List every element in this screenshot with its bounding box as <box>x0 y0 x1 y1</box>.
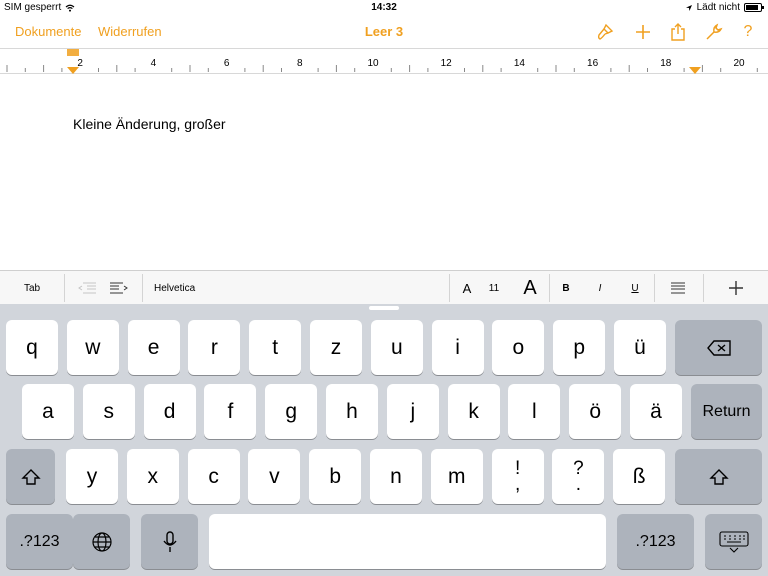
space-key[interactable] <box>209 514 606 569</box>
ruler-label: 16 <box>587 58 599 69</box>
hide-keyboard-key[interactable] <box>705 514 762 569</box>
backspace-icon <box>706 339 731 356</box>
key-t[interactable]: t <box>249 320 302 375</box>
key-j[interactable]: j <box>386 384 439 439</box>
key-ä[interactable]: ä <box>630 384 682 439</box>
clock: 14:32 <box>371 2 397 13</box>
ruler-label: 8 <box>297 58 303 69</box>
keyboard: Return .?123 .?123 qwertzuiopü asdfghjklö… <box>0 304 768 576</box>
format-toolbar: Tab Helvetica A 11 A B I U <box>0 270 768 304</box>
ruler-label: 6 <box>224 58 230 69</box>
keyboard-handle[interactable] <box>369 306 399 310</box>
key-question-period[interactable]: ?. <box>552 449 605 504</box>
status-bar: SIM gesperrt 14:32 Lädt nicht <box>0 0 768 16</box>
backspace-key[interactable] <box>675 320 762 375</box>
key-c[interactable]: c <box>187 449 240 504</box>
key-u[interactable]: u <box>370 320 423 375</box>
globe-icon <box>91 531 112 552</box>
key-ß[interactable]: ß <box>613 449 666 504</box>
key-glyph: , <box>514 473 521 495</box>
key-ö[interactable]: ö <box>569 384 622 439</box>
font-size[interactable]: 11 <box>483 271 505 305</box>
globe-key[interactable] <box>73 514 130 569</box>
dictation-key[interactable] <box>141 514 198 569</box>
numbers-left-key[interactable]: .?123 <box>6 514 73 569</box>
key-o[interactable]: o <box>492 320 545 375</box>
key-r[interactable]: r <box>188 320 241 375</box>
font-name[interactable]: Helvetica <box>154 271 274 305</box>
italic-button[interactable]: I <box>589 271 611 305</box>
key-d[interactable]: d <box>143 384 196 439</box>
key-e[interactable]: e <box>127 320 180 375</box>
shift-left-key[interactable] <box>6 449 55 504</box>
wrench-icon[interactable] <box>704 22 724 42</box>
document-text[interactable]: Kleine Änderung, großer <box>73 116 226 132</box>
shift-right-key[interactable] <box>675 449 762 504</box>
battery-icon <box>744 3 764 12</box>
ruler-label: 10 <box>367 58 379 69</box>
undo-button[interactable]: Widerrufen <box>98 24 162 39</box>
key-w[interactable]: w <box>66 320 119 375</box>
share-icon[interactable] <box>668 22 688 42</box>
key-i[interactable]: i <box>431 320 484 375</box>
ruler-label: 12 <box>441 58 453 69</box>
key-n[interactable]: n <box>370 449 422 504</box>
navigation-bar: Dokumente Widerrufen Leer 3 ? <box>0 16 768 48</box>
bold-button[interactable]: B <box>555 271 577 305</box>
ruler-label: 20 <box>733 58 745 69</box>
key-k[interactable]: k <box>447 384 500 439</box>
tab-button[interactable]: Tab <box>0 271 64 305</box>
key-g[interactable]: g <box>265 384 318 439</box>
key-h[interactable]: h <box>326 384 378 439</box>
key-glyph: . <box>575 473 582 495</box>
key-x[interactable]: x <box>126 449 179 504</box>
left-indent-marker[interactable] <box>67 67 79 74</box>
return-key[interactable]: Return <box>691 384 762 439</box>
indent-icon[interactable] <box>106 271 132 305</box>
ruler-label: 4 <box>151 58 157 69</box>
ruler-label: 14 <box>514 58 526 69</box>
key-exclamation-comma[interactable]: !, <box>491 449 544 504</box>
ruler-label: 18 <box>660 58 672 69</box>
first-line-indent-marker[interactable] <box>67 49 79 56</box>
key-l[interactable]: l <box>508 384 561 439</box>
insert-plus-icon[interactable] <box>722 271 750 305</box>
shift-icon <box>20 468 41 485</box>
key-b[interactable]: b <box>309 449 362 504</box>
underline-button[interactable]: U <box>624 271 646 305</box>
keyboard-dismiss-icon <box>718 530 749 553</box>
key-m[interactable]: m <box>430 449 483 504</box>
document-canvas[interactable]: Kleine Änderung, großer <box>0 74 768 270</box>
align-left-icon[interactable] <box>666 271 690 305</box>
key-a[interactable]: a <box>22 384 74 439</box>
key-z[interactable]: z <box>310 320 362 375</box>
key-ü[interactable]: ü <box>614 320 666 375</box>
key-q[interactable]: q <box>6 320 58 375</box>
key-v[interactable]: v <box>248 449 301 504</box>
plus-icon[interactable] <box>633 22 653 42</box>
ruler-scale: 2 4 6 8 10 12 14 16 18 20 <box>6 49 758 74</box>
right-indent-marker[interactable] <box>689 67 701 74</box>
shift-icon <box>708 468 729 485</box>
key-p[interactable]: p <box>553 320 606 375</box>
outdent-icon[interactable] <box>74 271 100 305</box>
decrease-font-button[interactable]: A <box>456 271 478 305</box>
key-s[interactable]: s <box>82 384 135 439</box>
microphone-icon <box>162 530 177 552</box>
paintbrush-icon[interactable] <box>595 22 615 42</box>
increase-font-button[interactable]: A <box>516 271 544 305</box>
documents-button[interactable]: Dokumente <box>15 24 81 39</box>
charging-label: Lädt nicht <box>696 2 740 13</box>
help-icon[interactable]: ? <box>738 22 758 42</box>
ruler[interactable]: 2 4 6 8 10 12 14 16 18 20 <box>0 48 768 74</box>
numbers-right-key[interactable]: .?123 <box>617 514 694 569</box>
location-icon <box>685 4 692 11</box>
key-f[interactable]: f <box>204 384 257 439</box>
key-y[interactable]: y <box>66 449 118 504</box>
